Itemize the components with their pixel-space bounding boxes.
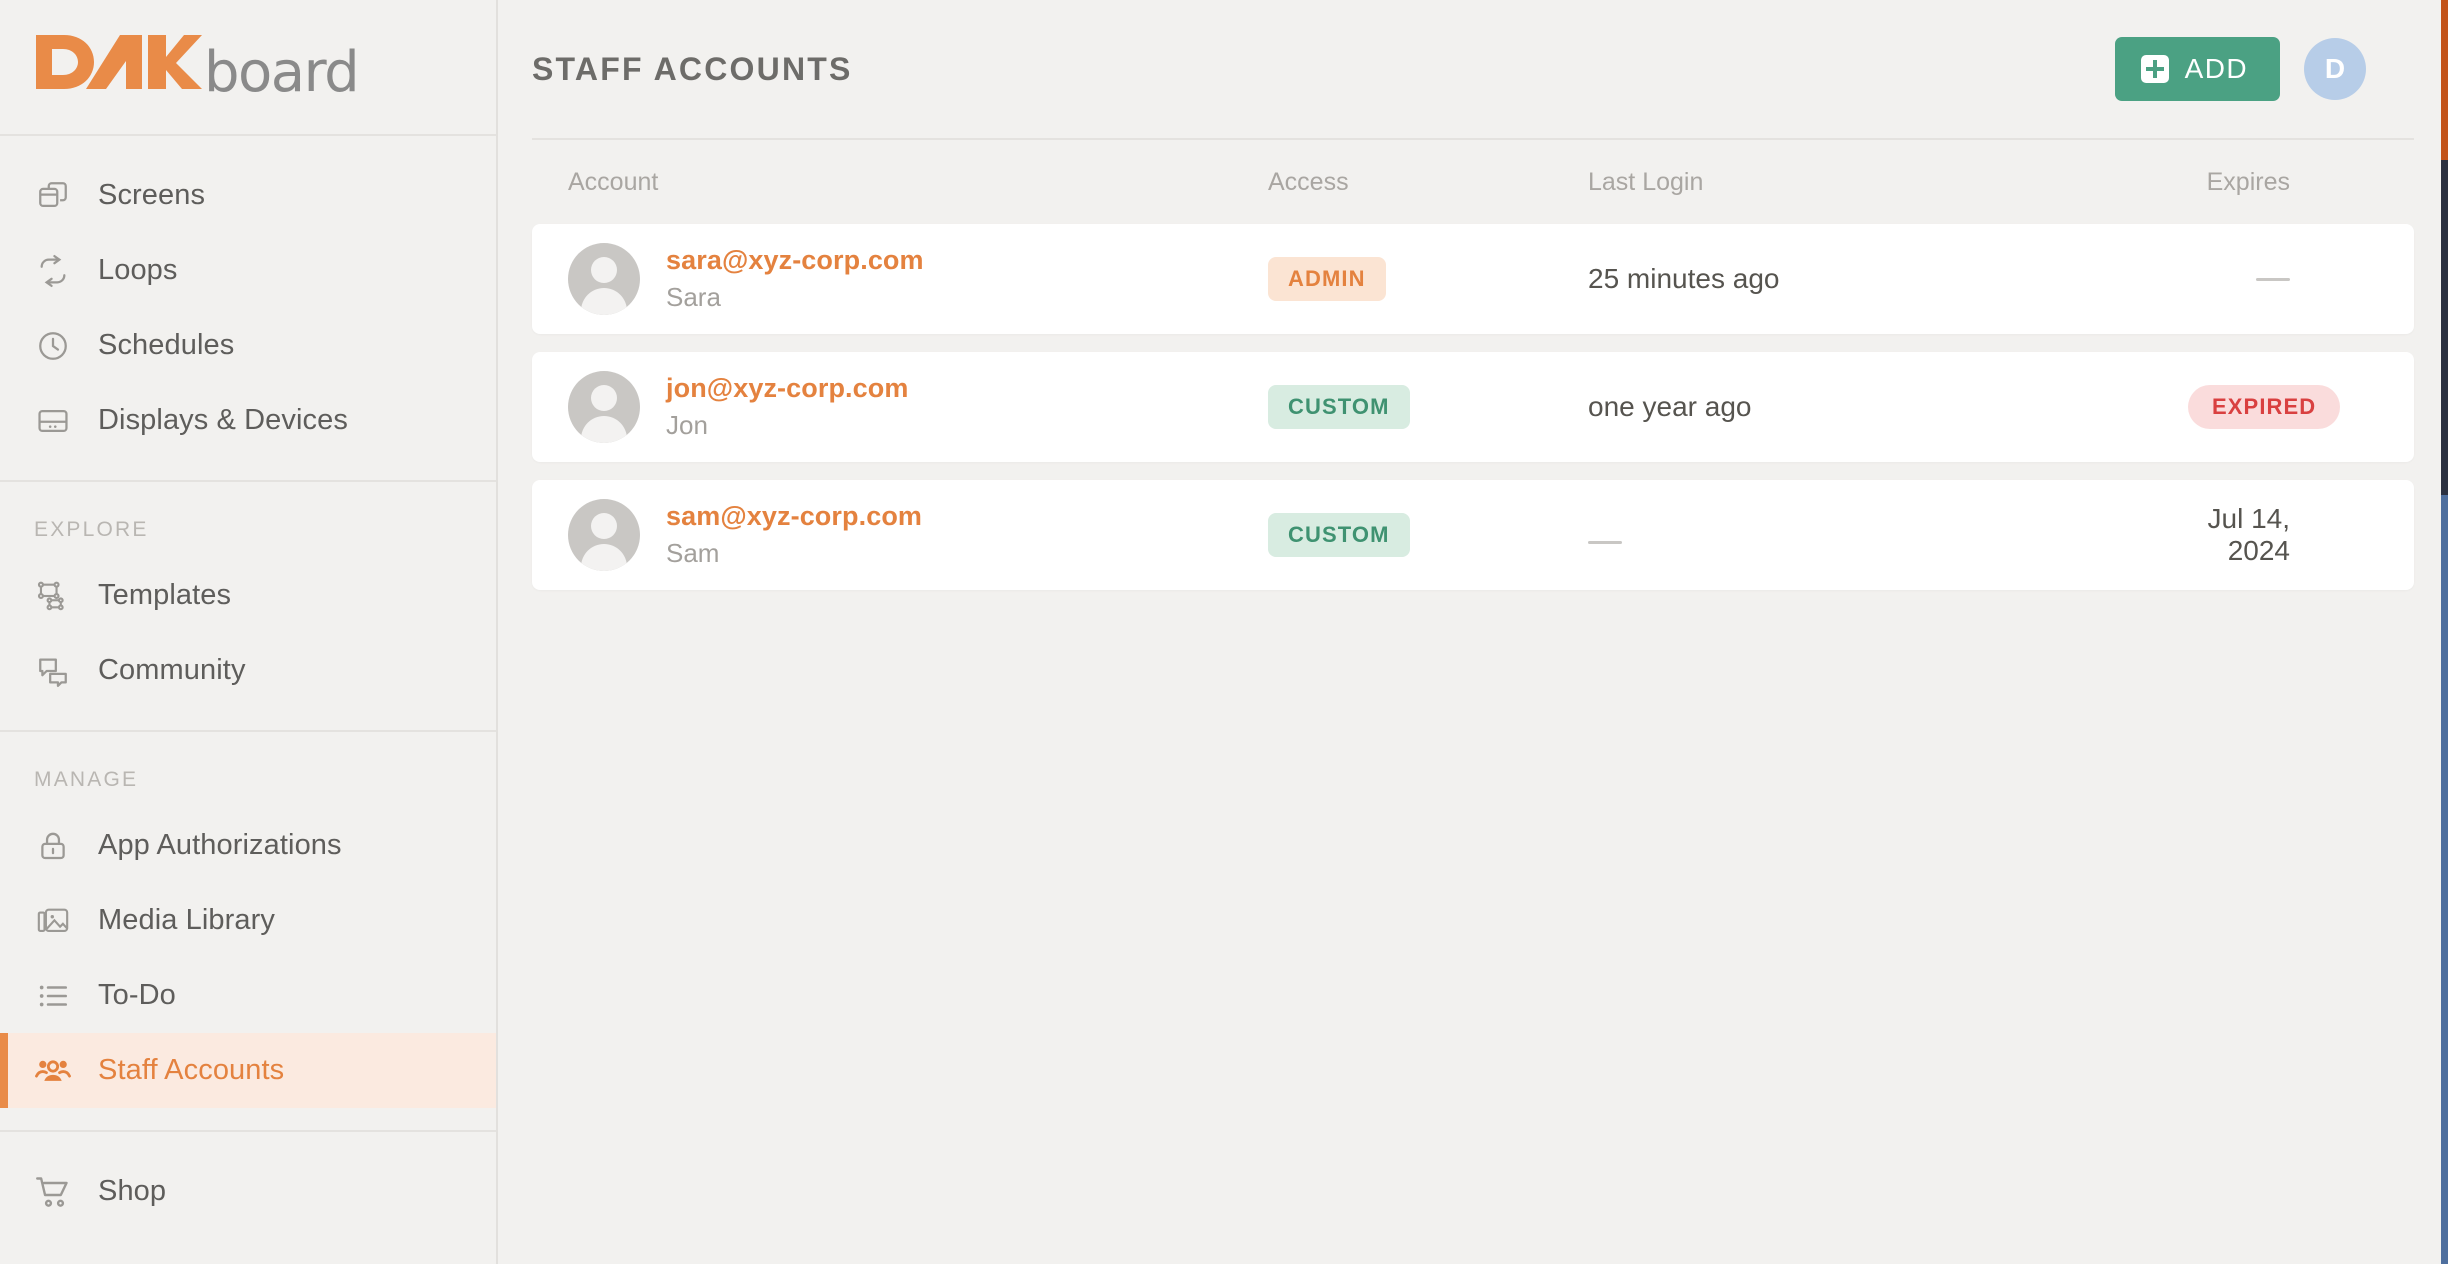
column-header-expires: Expires: [2206, 167, 2290, 196]
clock-icon: [34, 327, 72, 365]
sidebar-section-title-explore: EXPLORE: [34, 518, 149, 541]
display-icon: [34, 402, 72, 440]
account-cell: sara@xyz-corp.com Sara: [568, 243, 1268, 315]
expires-cell: Jul 14, 2024: [2207, 503, 2291, 566]
sidebar-group-explore: EXPLORE Templates Community: [0, 482, 496, 732]
sidebar-section-title-manage: MANAGE: [34, 768, 139, 791]
column-header-lastlogin: Last Login: [1588, 167, 1704, 196]
sidebar-item-label: Templates: [98, 579, 232, 611]
account-text: sara@xyz-corp.com Sara: [666, 245, 924, 313]
templates-icon: [34, 577, 72, 615]
account-cell: sam@xyz-corp.com Sam: [568, 499, 1268, 571]
app-root: board Screens Loops Schedules Displays &…: [0, 0, 2448, 1264]
table-header-row: Account Access Last Login Expires: [532, 140, 2414, 224]
status-badge: CUSTOM: [1268, 385, 1410, 429]
sidebar-item-app-authorizations[interactable]: App Authorizations: [0, 808, 496, 883]
sidebar-item-label: App Authorizations: [98, 829, 342, 861]
sidebar-item-label: Shop: [98, 1175, 167, 1207]
logo[interactable]: board: [34, 33, 360, 105]
status-badge: ADMIN: [1268, 257, 1386, 301]
sidebar-item-loops[interactable]: Loops: [0, 233, 496, 308]
avatar: [568, 499, 640, 571]
sidebar-item-label: Staff Accounts: [98, 1054, 285, 1086]
loops-icon: [34, 252, 72, 290]
sidebar-item-label: Community: [98, 654, 246, 686]
account-email-link[interactable]: sam@xyz-corp.com: [666, 501, 922, 532]
sidebar-item-label: Schedules: [98, 329, 235, 361]
brand-logo[interactable]: board: [0, 0, 496, 136]
logo-wordmark: board: [204, 40, 360, 105]
lock-icon: [34, 827, 72, 865]
sidebar-item-staff-accounts[interactable]: Staff Accounts: [0, 1033, 496, 1108]
media-icon: [34, 902, 72, 940]
column-header-access: Access: [1268, 167, 1349, 196]
chat-icon: [34, 652, 72, 690]
dakboard-logo-mark: [36, 35, 202, 89]
account-cell: jon@xyz-corp.com Jon: [568, 371, 1268, 443]
list-icon: [34, 977, 72, 1015]
avatar: [568, 243, 640, 315]
expires-cell: EXPIRED: [2188, 385, 2428, 429]
sidebar-group-manage: MANAGE App Authorizations Media Library …: [0, 732, 496, 1132]
edge-segment-blue: [2441, 495, 2448, 1264]
expired-badge: EXPIRED: [2188, 385, 2341, 429]
add-button[interactable]: ADD: [2114, 37, 2280, 101]
sidebar-group-shop: Shop: [0, 1132, 496, 1251]
status-badge: CUSTOM: [1268, 513, 1410, 557]
table-row[interactable]: sam@xyz-corp.com Sam CUSTOM Jul 14, 2024: [532, 480, 2414, 590]
add-button-label: ADD: [2184, 53, 2248, 84]
header-actions: ADD D: [2114, 37, 2366, 101]
sidebar-item-schedules[interactable]: Schedules: [0, 308, 496, 383]
last-login-cell: one year ago: [1588, 391, 1752, 422]
sidebar-item-community[interactable]: Community: [0, 633, 496, 708]
empty-dash-icon: [2256, 277, 2290, 281]
last-login-cell: [1588, 519, 2188, 551]
sidebar-item-shop[interactable]: Shop: [0, 1154, 496, 1229]
account-email-link[interactable]: sara@xyz-corp.com: [666, 245, 924, 276]
sidebar-item-label: Media Library: [98, 904, 275, 936]
user-avatar[interactable]: D: [2304, 38, 2366, 100]
table-row[interactable]: sara@xyz-corp.com Sara ADMIN 25 minutes …: [532, 224, 2414, 334]
sidebar-item-label: Loops: [98, 254, 178, 286]
last-login-cell: 25 minutes ago: [1588, 263, 1780, 294]
account-name: Sam: [666, 538, 720, 568]
cart-icon: [34, 1173, 72, 1211]
sidebar: board Screens Loops Schedules Displays &…: [0, 0, 498, 1264]
sidebar-item-displays-devices[interactable]: Displays & Devices: [0, 383, 496, 458]
access-cell: ADMIN: [1268, 257, 1588, 301]
table-row[interactable]: jon@xyz-corp.com Jon CUSTOM one year ago…: [532, 352, 2414, 462]
account-name: Sara: [666, 282, 721, 312]
people-icon: [34, 1052, 72, 1090]
avatar: [568, 371, 640, 443]
sidebar-item-todo[interactable]: To-Do: [0, 958, 496, 1033]
sidebar-item-media-library[interactable]: Media Library: [0, 883, 496, 958]
edge-segment-orange: [2441, 0, 2448, 160]
edge-segment-dark: [2441, 160, 2448, 495]
page-header: STAFF ACCOUNTS ADD D: [532, 0, 2414, 140]
account-text: sam@xyz-corp.com Sam: [666, 501, 922, 569]
sidebar-group-main: Screens Loops Schedules Displays & Devic…: [0, 136, 496, 482]
staff-accounts-table: Account Access Last Login Expires sara@x…: [498, 140, 2448, 590]
empty-dash-icon: [1588, 541, 1622, 544]
access-cell: CUSTOM: [1268, 385, 1588, 429]
account-name: Jon: [666, 410, 708, 440]
right-edge-strip: [2441, 0, 2448, 1264]
page-title: STAFF ACCOUNTS: [532, 50, 853, 87]
account-email-link[interactable]: jon@xyz-corp.com: [666, 373, 908, 404]
access-cell: CUSTOM: [1268, 513, 1588, 557]
sidebar-item-templates[interactable]: Templates: [0, 558, 496, 633]
plus-square-icon: [2140, 55, 2169, 83]
screens-icon: [34, 177, 72, 215]
sidebar-item-label: To-Do: [98, 979, 176, 1011]
column-header-account: Account: [568, 167, 659, 196]
sidebar-item-label: Screens: [98, 179, 206, 211]
account-text: jon@xyz-corp.com Jon: [666, 373, 908, 441]
sidebar-item-screens[interactable]: Screens: [0, 158, 496, 233]
main-content: STAFF ACCOUNTS ADD D Account Access Last…: [498, 0, 2448, 1264]
sidebar-item-label: Displays & Devices: [98, 404, 348, 436]
expires-cell: [2188, 277, 2378, 281]
